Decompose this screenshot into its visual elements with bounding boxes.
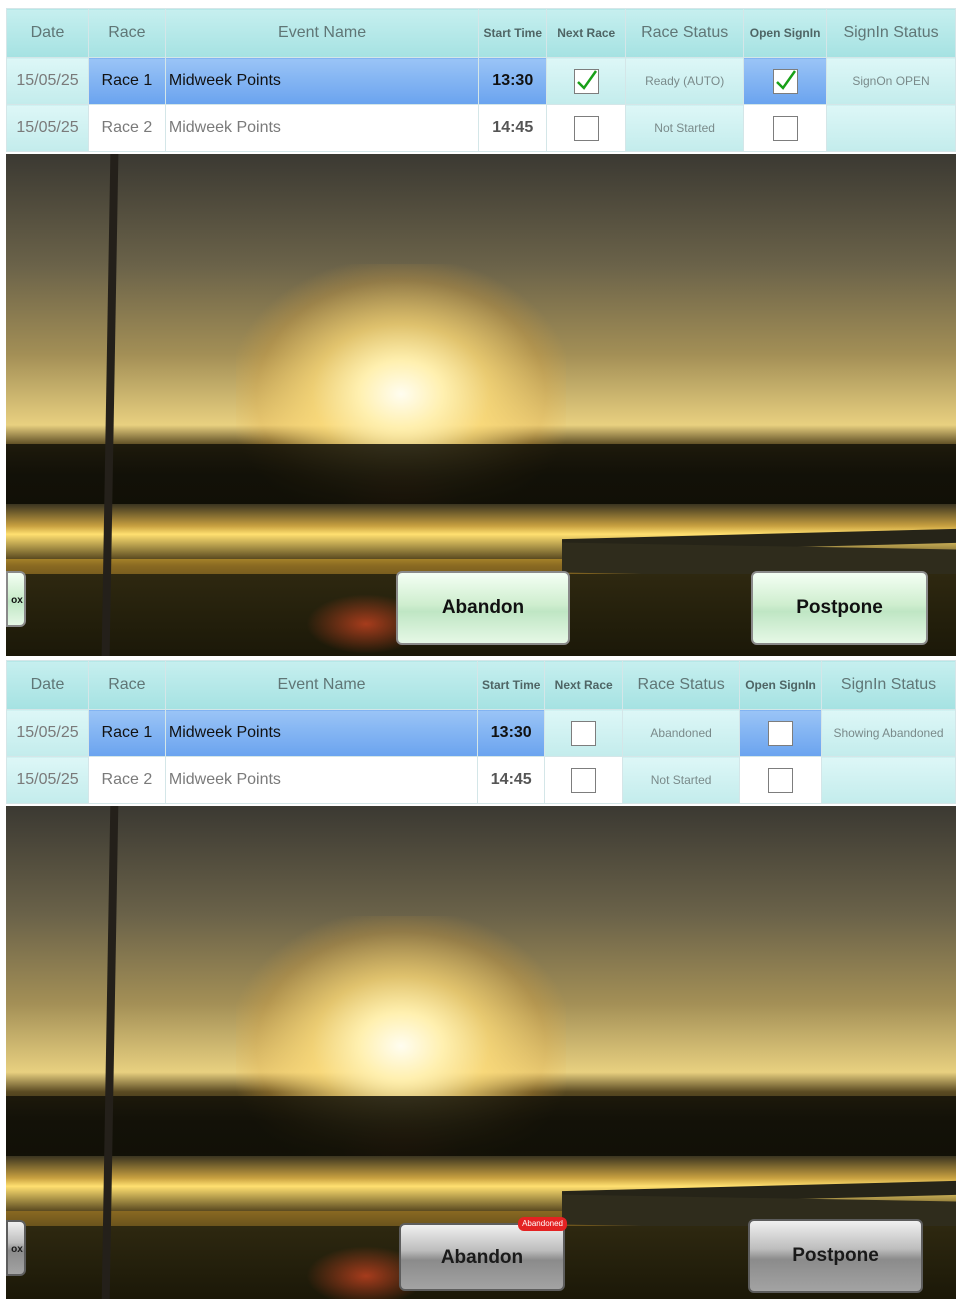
next-race-checkbox[interactable] xyxy=(573,115,599,141)
header-start-time[interactable]: Start Time xyxy=(478,8,548,58)
cell-race-status: Not Started xyxy=(622,756,741,804)
cell-open-signin xyxy=(743,104,828,152)
cell-next-race xyxy=(546,104,627,152)
cell-date: 15/05/25 xyxy=(6,57,89,105)
open-signin-checkbox[interactable] xyxy=(768,720,794,746)
cell-next-race xyxy=(544,709,624,757)
header-race-status[interactable]: Race Status xyxy=(622,660,741,710)
postpone-button[interactable]: Postpone xyxy=(751,571,928,645)
cell-date: 15/05/25 xyxy=(6,756,89,804)
cell-signin-status: Showing Abandoned xyxy=(821,709,956,757)
table-row[interactable]: 15/05/25 Race 2 Midweek Points 14:45 Not… xyxy=(6,756,956,804)
table-row[interactable]: 15/05/25 Race 1 Midweek Points 13:30 Aba… xyxy=(6,709,956,757)
cell-date: 15/05/25 xyxy=(6,709,89,757)
abandon-button[interactable]: Abandon xyxy=(396,571,570,645)
header-date[interactable]: Date xyxy=(6,8,89,58)
header-date[interactable]: Date xyxy=(6,660,89,710)
box-button[interactable]: ox xyxy=(6,571,26,627)
cell-race: Race 2 xyxy=(87,104,166,152)
checkmark-icon xyxy=(576,69,597,90)
next-race-checkbox[interactable] xyxy=(571,720,597,746)
cell-start-time: 13:30 xyxy=(477,709,546,757)
cell-open-signin xyxy=(739,756,823,804)
top-screen: Date Race Event Name Start Time Next Rac… xyxy=(6,8,956,656)
open-signin-checkbox[interactable] xyxy=(772,68,798,94)
cell-event-name: Midweek Points xyxy=(164,756,479,804)
cell-race-status: Ready (AUTO) xyxy=(625,57,745,105)
cell-next-race xyxy=(546,57,627,105)
cell-signin-status: SignOn OPEN xyxy=(826,57,956,105)
cell-race-status: Abandoned xyxy=(622,709,741,757)
header-next-race[interactable]: Next Race xyxy=(544,660,624,710)
box-button[interactable]: ox xyxy=(6,1220,26,1276)
header-race[interactable]: Race xyxy=(87,8,166,58)
header-signin-status[interactable]: SignIn Status xyxy=(826,8,956,58)
postpone-label: Postpone xyxy=(796,597,883,618)
abandon-button[interactable]: Abandon Abandoned xyxy=(399,1217,567,1291)
cell-signin-status xyxy=(821,756,956,804)
postpone-button[interactable]: Postpone xyxy=(748,1219,923,1293)
cell-event-name: Midweek Points xyxy=(164,104,480,152)
header-signin-status[interactable]: SignIn Status xyxy=(821,660,956,710)
race-table: Date Race Event Name Start Time Next Rac… xyxy=(6,660,956,804)
open-signin-checkbox[interactable] xyxy=(772,115,798,141)
cell-start-time: 13:30 xyxy=(478,57,548,105)
header-start-time[interactable]: Start Time xyxy=(477,660,546,710)
cell-next-race xyxy=(544,756,624,804)
cell-event-name: Midweek Points xyxy=(164,57,480,105)
header-open-signin[interactable]: Open SignIn xyxy=(743,8,828,58)
cell-open-signin xyxy=(739,709,823,757)
header-open-signin[interactable]: Open SignIn xyxy=(739,660,823,710)
header-event-name[interactable]: Event Name xyxy=(164,660,479,710)
table-header-row: Date Race Event Name Start Time Next Rac… xyxy=(6,8,956,58)
next-race-checkbox[interactable] xyxy=(573,68,599,94)
bottom-screen: Date Race Event Name Start Time Next Rac… xyxy=(6,660,956,1299)
postpone-label: Postpone xyxy=(792,1245,879,1266)
header-race[interactable]: Race xyxy=(87,660,166,710)
table-row[interactable]: 15/05/25 Race 1 Midweek Points 13:30 Rea… xyxy=(6,57,956,105)
cell-signin-status xyxy=(826,104,956,152)
table-row[interactable]: 15/05/25 Race 2 Midweek Points 14:45 Not… xyxy=(6,104,956,152)
cell-open-signin xyxy=(743,57,828,105)
cell-race: Race 1 xyxy=(87,709,166,757)
cell-race: Race 1 xyxy=(87,57,166,105)
next-race-checkbox[interactable] xyxy=(571,767,597,793)
cell-race-status: Not Started xyxy=(625,104,745,152)
header-race-status[interactable]: Race Status xyxy=(625,8,745,58)
cell-race: Race 2 xyxy=(87,756,166,804)
cell-date: 15/05/25 xyxy=(6,104,89,152)
abandon-label: Abandon xyxy=(441,597,525,618)
table-header-row: Date Race Event Name Start Time Next Rac… xyxy=(6,660,956,710)
cell-event-name: Midweek Points xyxy=(164,709,479,757)
cell-start-time: 14:45 xyxy=(477,756,546,804)
race-table: Date Race Event Name Start Time Next Rac… xyxy=(6,8,956,152)
abandoned-badge: Abandoned xyxy=(518,1217,567,1231)
abandon-label: Abandon xyxy=(440,1247,524,1268)
cell-start-time: 14:45 xyxy=(478,104,548,152)
header-next-race[interactable]: Next Race xyxy=(546,8,627,58)
open-signin-checkbox[interactable] xyxy=(768,767,794,793)
checkmark-icon xyxy=(775,69,796,90)
header-event-name[interactable]: Event Name xyxy=(164,8,480,58)
